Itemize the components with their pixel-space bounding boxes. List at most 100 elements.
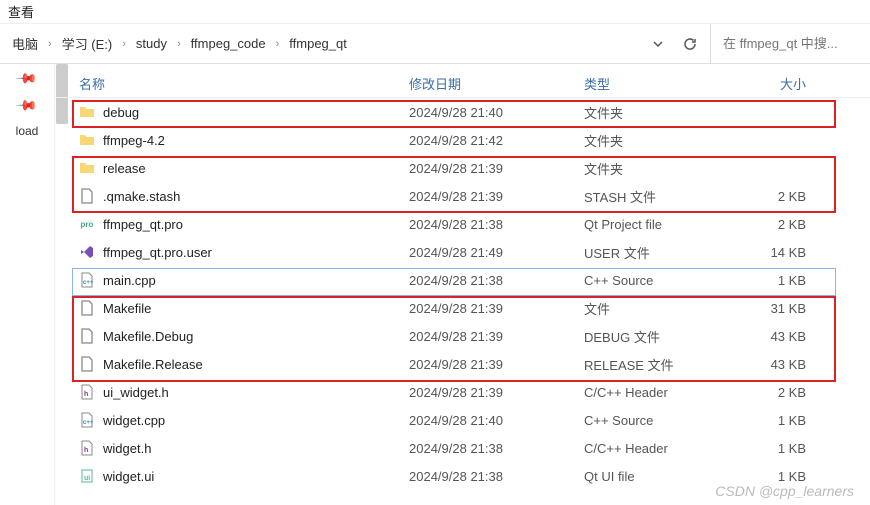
cpp-icon: c++: [79, 272, 95, 288]
col-date[interactable]: 修改日期: [409, 74, 584, 93]
file-date: 2024/9/28 21:49: [409, 245, 584, 260]
folder-icon: [79, 104, 95, 120]
file-type: 文件: [584, 299, 739, 318]
file-row[interactable]: Makefile.Release2024/9/28 21:39RELEASE 文…: [55, 350, 870, 378]
chevron-down-icon[interactable]: [646, 32, 670, 56]
file-icon: [79, 300, 95, 316]
file-type: DEBUG 文件: [584, 327, 739, 346]
svg-text:h: h: [84, 447, 88, 454]
pin-icon[interactable]: 📌: [15, 93, 39, 117]
file-date: 2024/9/28 21:40: [409, 413, 584, 428]
file-type: C/C++ Header: [584, 441, 739, 456]
file-date: 2024/9/28 21:38: [409, 273, 584, 288]
file-type: Qt UI file: [584, 469, 739, 484]
chevron-right-icon: ›: [122, 38, 126, 50]
breadcrumb-item[interactable]: 电脑: [6, 30, 44, 57]
file-type: C++ Source: [584, 413, 739, 428]
file-size: 31 KB: [739, 301, 814, 316]
svg-text:c++: c++: [83, 420, 94, 426]
file-type: Qt Project file: [584, 217, 739, 232]
file-name: Makefile: [103, 301, 151, 316]
file-name: widget.h: [103, 441, 151, 456]
file-size: 2 KB: [739, 385, 814, 400]
file-row[interactable]: Makefile 2024/9/28 21:39文件31 KB: [55, 294, 870, 322]
file-name: ffmpeg_qt.pro: [103, 217, 183, 232]
file-date: 2024/9/28 21:40: [409, 105, 584, 120]
file-size: 1 KB: [739, 469, 814, 484]
breadcrumb-item[interactable]: 学习 (E:): [56, 30, 119, 57]
file-date: 2024/9/28 21:39: [409, 301, 584, 316]
file-date: 2024/9/28 21:39: [409, 189, 584, 204]
file-row[interactable]: ffmpeg_qt.pro.user 2024/9/28 21:49USER 文件…: [55, 238, 870, 266]
refresh-icon[interactable]: [678, 32, 702, 56]
svg-text:c++: c++: [83, 280, 94, 286]
file-row[interactable]: debug 2024/9/28 21:40文件夹: [55, 98, 870, 126]
col-type[interactable]: 类型: [584, 74, 739, 93]
file-name: ui_widget.h: [103, 385, 169, 400]
file-row[interactable]: Makefile.Debug2024/9/28 21:39DEBUG 文件43 …: [55, 322, 870, 350]
file-name: ffmpeg_qt.pro.user: [103, 245, 212, 260]
column-headers[interactable]: 名称 修改日期 类型 大小: [55, 70, 870, 98]
cpp-icon: c++: [79, 412, 95, 428]
file-type: USER 文件: [584, 243, 739, 262]
qt-pro-icon: pro: [79, 216, 95, 232]
file-size: 2 KB: [739, 189, 814, 204]
sidebar-item-load[interactable]: load: [16, 124, 39, 138]
file-size: 1 KB: [739, 273, 814, 288]
address-bar: 电脑›学习 (E:)›study›ffmpeg_code›ffmpeg_qt: [0, 24, 870, 64]
file-name: release: [103, 161, 146, 176]
breadcrumb-item[interactable]: study: [130, 32, 173, 55]
file-row[interactable]: h ui_widget.h 2024/9/28 21:39C/C++ Header2…: [55, 378, 870, 406]
file-type: 文件夹: [584, 103, 739, 122]
file-row[interactable]: hwidget.h2024/9/28 21:38C/C++ Header1 KB: [55, 434, 870, 462]
file-row[interactable]: release2024/9/28 21:39文件夹: [55, 154, 870, 182]
file-date: 2024/9/28 21:39: [409, 385, 584, 400]
file-type: 文件夹: [584, 131, 739, 150]
file-type: STASH 文件: [584, 187, 739, 206]
menu-bar: 查看: [0, 0, 870, 24]
file-name: Makefile.Release: [103, 357, 203, 372]
chevron-right-icon: ›: [48, 38, 52, 50]
col-size[interactable]: 大小: [739, 74, 814, 93]
folder-icon: [79, 160, 95, 176]
file-date: 2024/9/28 21:38: [409, 469, 584, 484]
qt-ui-icon: ui: [79, 468, 95, 484]
file-size: 1 KB: [739, 413, 814, 428]
breadcrumb[interactable]: 电脑›学习 (E:)›study›ffmpeg_code›ffmpeg_qt: [0, 30, 638, 57]
svg-text:ui: ui: [84, 475, 90, 482]
file-size: 43 KB: [739, 329, 814, 344]
svg-text:h: h: [84, 391, 88, 398]
file-size: 14 KB: [739, 245, 814, 260]
file-row[interactable]: ffmpeg-4.22024/9/28 21:42文件夹: [55, 126, 870, 154]
search-box[interactable]: [710, 24, 870, 63]
breadcrumb-item[interactable]: ffmpeg_code: [185, 32, 272, 55]
file-date: 2024/9/28 21:39: [409, 357, 584, 372]
file-type: 文件夹: [584, 159, 739, 178]
search-input[interactable]: [723, 36, 858, 51]
file-size: 2 KB: [739, 217, 814, 232]
breadcrumb-item[interactable]: ffmpeg_qt: [283, 32, 353, 55]
file-row[interactable]: c++main.cpp2024/9/28 21:38C++ Source1 KB: [55, 266, 870, 294]
file-date: 2024/9/28 21:38: [409, 441, 584, 456]
file-icon: [79, 188, 95, 204]
header-icon: h: [79, 440, 95, 456]
folder-icon: [79, 132, 95, 148]
view-menu[interactable]: 查看: [8, 5, 34, 20]
file-icon: [79, 328, 95, 344]
file-row[interactable]: .qmake.stash 2024/9/28 21:39STASH 文件2 KB: [55, 182, 870, 210]
file-name: .qmake.stash: [103, 189, 180, 204]
pin-icon[interactable]: 📌: [15, 66, 39, 90]
col-name[interactable]: 名称: [79, 74, 409, 93]
header-icon: h: [79, 384, 95, 400]
file-type: C++ Source: [584, 273, 739, 288]
file-type: C/C++ Header: [584, 385, 739, 400]
file-name: widget.ui: [103, 469, 154, 484]
file-name: debug: [103, 105, 139, 120]
file-row[interactable]: proffmpeg_qt.pro2024/9/28 21:38Qt Projec…: [55, 210, 870, 238]
file-date: 2024/9/28 21:42: [409, 133, 584, 148]
watermark: CSDN @cpp_learners: [715, 483, 854, 499]
chevron-right-icon: ›: [177, 38, 181, 50]
file-size: 43 KB: [739, 357, 814, 372]
file-name: Makefile.Debug: [103, 329, 193, 344]
file-row[interactable]: c++widget.cpp2024/9/28 21:40C++ Source1 …: [55, 406, 870, 434]
